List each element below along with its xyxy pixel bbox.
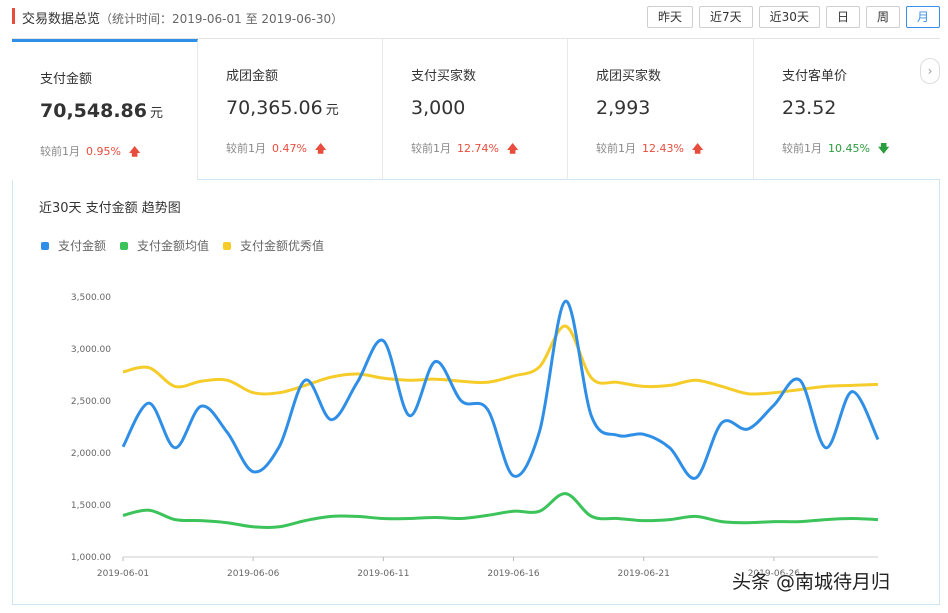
metric-card-pay-buyers[interactable]: 支付买家数 3,000 较前1月 12.74% 🡅: [383, 39, 568, 180]
metric-card-pay-amount[interactable]: 支付金额 70,548.86 元 较前1月 0.95% 🡅: [12, 39, 198, 180]
metric-value: 3,000: [411, 97, 465, 119]
metric-value-number: 70,365.06: [226, 97, 323, 119]
metric-label: 支付客单价: [782, 69, 848, 84]
compare-percent: 12.43%: [642, 142, 684, 155]
compare-label: 较前1月: [782, 142, 822, 155]
metric-unit: 元: [325, 103, 339, 118]
metric-value: 23.52: [782, 97, 836, 119]
compare-label: 较前1月: [40, 145, 80, 158]
series-line-average: [122, 492, 879, 529]
header: 交易数据总览（统计时间：2019-06-01 至 2019-06-30） 昨天 …: [0, 0, 948, 36]
metric-value: 70,365.06 元: [226, 97, 339, 119]
metric-label: 成团买家数: [596, 69, 662, 84]
x-tick-label: 2019-06-21: [618, 569, 670, 579]
metric-value: 2,993: [596, 97, 650, 119]
y-tick-label: 3,000.00: [71, 345, 111, 355]
metric-compare: 较前1月 0.47% 🡅: [226, 140, 326, 159]
arrow-up-icon: 🡅: [314, 142, 327, 155]
metric-card-group-buyers[interactable]: 成团买家数 2,993 较前1月 12.43% 🡅: [568, 39, 754, 180]
compare-label: 较前1月: [596, 142, 636, 155]
y-tick-label: 1,000.00: [71, 553, 111, 563]
compare-label: 较前1月: [411, 142, 451, 155]
metric-value-number: 3,000: [411, 97, 466, 119]
chevron-right-icon[interactable]: ›: [920, 58, 940, 84]
chart-panel: 近30天 支付金额 趋势图 支付金额 支付金额均值 支付金额优秀值 1,000.…: [12, 180, 940, 605]
series-line-pay-amount: [121, 299, 880, 480]
metric-compare: 较前1月 10.45% 🡇: [782, 140, 889, 159]
trend-chart: 1,000.00 1,500.00 2,000.00 2,500.00 3,000.00…: [71, 293, 880, 579]
metric-compare: 较前1月 12.74% 🡅: [411, 140, 518, 159]
compare-percent: 0.47%: [272, 142, 307, 155]
range-button-month[interactable]: 月: [905, 6, 940, 28]
compare-percent: 0.95%: [86, 145, 121, 158]
y-tick-label: 2,500.00: [71, 397, 111, 407]
x-tick-label: 2019-06-06: [227, 569, 280, 579]
metric-unit: 元: [149, 106, 163, 121]
page-title: 交易数据总览（统计时间：2019-06-01 至 2019-06-30）: [22, 8, 343, 27]
range-buttons: 昨天 近7天 近30天 日 周 月: [647, 6, 940, 28]
compare-label: 较前1月: [226, 142, 266, 155]
arrow-up-icon: 🡅: [506, 142, 519, 155]
metric-label: 支付买家数: [411, 69, 477, 84]
range-button-yesterday[interactable]: 昨天: [647, 6, 694, 28]
compare-percent: 10.45%: [828, 142, 870, 155]
range-button-week[interactable]: 周: [865, 6, 900, 28]
metric-compare: 较前1月 0.95% 🡅: [40, 143, 140, 162]
range-button-day[interactable]: 日: [825, 6, 860, 28]
y-tick-label: 1,500.00: [71, 501, 111, 511]
y-tick-label: 3,500.00: [71, 293, 111, 303]
metric-value: 70,548.86 元: [40, 100, 163, 122]
series-line-excellent: [122, 324, 879, 396]
metric-value-number: 70,548.86: [40, 100, 147, 122]
compare-percent: 12.74%: [457, 142, 499, 155]
metric-label: 支付金额: [40, 72, 93, 87]
watermark: 头条 @南城待月归: [732, 571, 891, 593]
arrow-up-icon: 🡅: [128, 145, 141, 158]
metric-value-number: 2,993: [596, 97, 651, 119]
y-tick-label: 2,000.00: [71, 449, 111, 459]
x-tick-label: 2019-06-11: [357, 569, 409, 579]
metric-value-number: 23.52: [782, 97, 837, 119]
x-tick-label: 2019-06-16: [487, 569, 540, 579]
x-tick-label: 2019-06-01: [97, 569, 149, 579]
page-title-text: 交易数据总览: [22, 12, 101, 27]
metric-card-group-amount[interactable]: 成团金额 70,365.06 元 较前1月 0.47% 🡅: [198, 39, 383, 180]
title-accent-bar: [12, 8, 15, 24]
arrow-up-icon: 🡅: [691, 142, 704, 155]
arrow-down-icon: 🡇: [877, 142, 890, 155]
metric-card-unit-price[interactable]: 支付客单价 23.52 较前1月 10.45% 🡇: [754, 39, 940, 180]
metrics-row: 支付金额 70,548.86 元 较前1月 0.95% 🡅 成团金额 70,365.0…: [12, 38, 940, 180]
metric-label: 成团金额: [226, 69, 279, 84]
metric-compare: 较前1月 12.43% 🡅: [596, 140, 703, 159]
stat-period: （统计时间：2019-06-01 至 2019-06-30）: [100, 12, 344, 26]
range-button-7days[interactable]: 近7天: [699, 6, 753, 28]
range-button-30days[interactable]: 近30天: [758, 6, 820, 28]
